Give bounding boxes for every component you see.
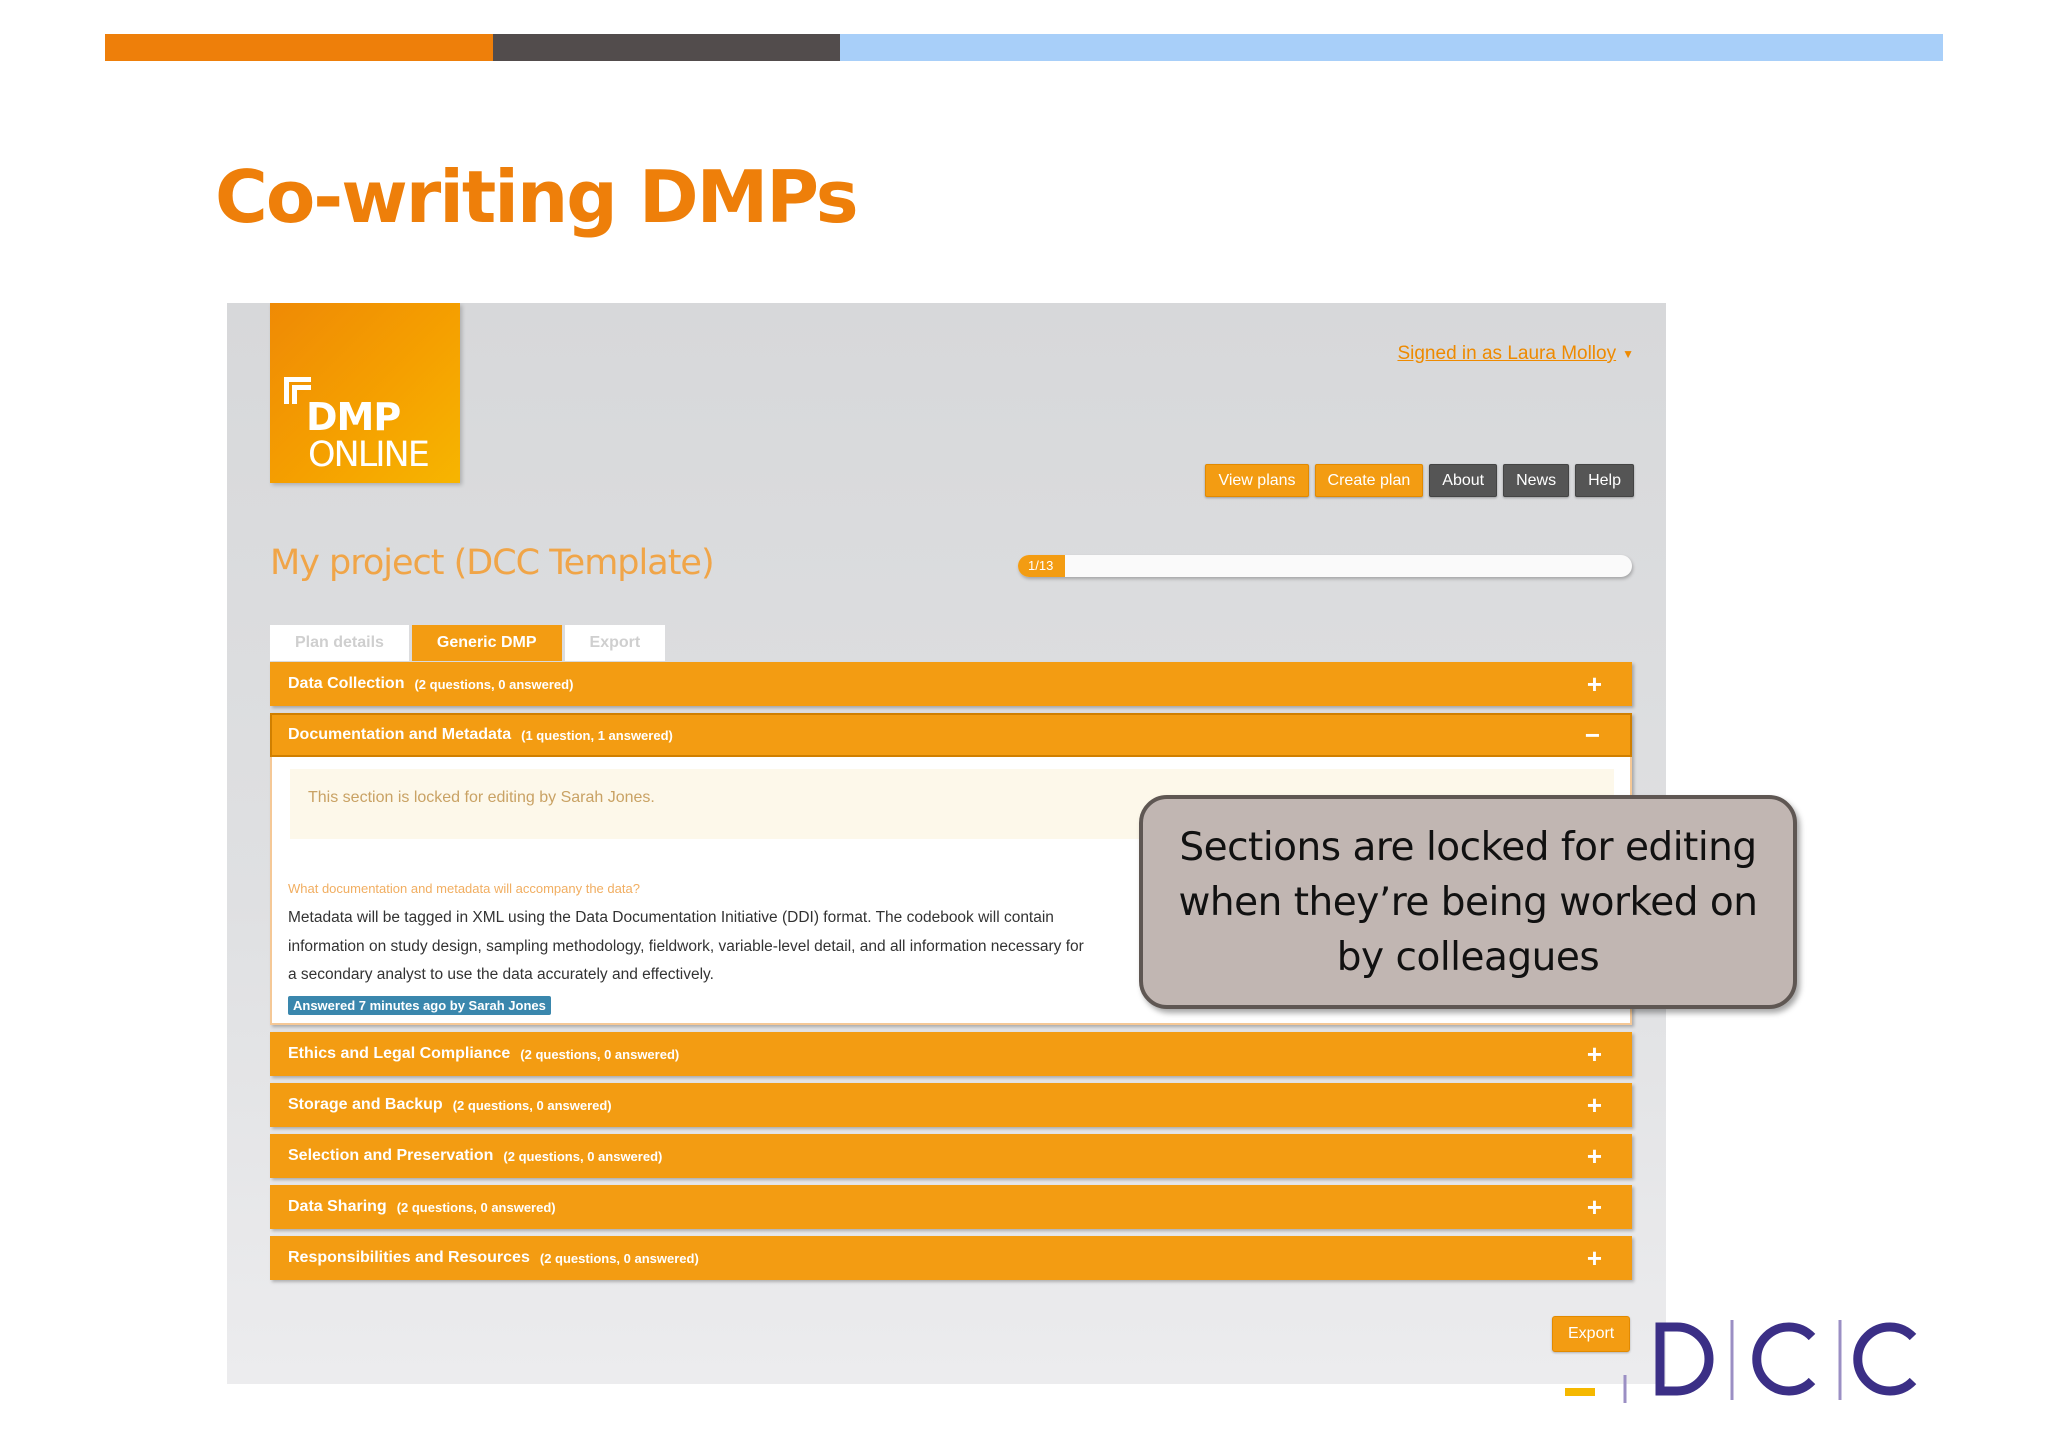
section-selection-preservation: Selection and Preservation (2 questions,… [270, 1134, 1632, 1178]
section-count: (2 questions, 0 answered) [396, 1199, 556, 1215]
section-count: (2 questions, 0 answered) [452, 1097, 612, 1113]
nav-help-button[interactable]: Help [1575, 464, 1634, 497]
section-count: (2 questions, 0 answered) [414, 676, 574, 692]
logo-text-dmp: DMP [306, 395, 401, 439]
main-nav: View plans Create plan About News Help [1205, 464, 1634, 497]
section-title: Selection and Preservation [288, 1147, 494, 1164]
logo-text-online: ONLINE [308, 435, 430, 475]
slide-title: Co-writing DMPs [215, 155, 859, 239]
section-header[interactable]: Selection and Preservation (2 questions,… [270, 1134, 1632, 1178]
nav-about-button[interactable]: About [1429, 464, 1498, 497]
section-title: Storage and Backup [288, 1096, 443, 1113]
project-title: My project (DCC Template) [270, 543, 715, 583]
collapse-minus-icon[interactable]: − [1585, 713, 1600, 757]
section-title: Ethics and Legal Compliance [288, 1045, 511, 1062]
section-count: (2 questions, 0 answered) [520, 1046, 680, 1062]
header-stripe-blue [840, 34, 1943, 61]
answered-badge: Answered 7 minutes ago by Sarah Jones [288, 995, 551, 1015]
expand-plus-icon[interactable]: + [1587, 1236, 1602, 1280]
tab-generic-dmp[interactable]: Generic DMP [411, 625, 562, 661]
section-count: (1 question, 1 answered) [521, 727, 673, 743]
expand-plus-icon[interactable]: + [1587, 1185, 1602, 1229]
expand-plus-icon[interactable]: + [1587, 1083, 1602, 1127]
section-count: (2 questions, 0 answered) [539, 1250, 699, 1266]
header-stripe-dark [493, 34, 840, 61]
answer-text: Metadata will be tagged in XML using the… [288, 909, 1084, 983]
section-responsibilities-resources: Responsibilities and Resources (2 questi… [270, 1236, 1632, 1280]
progress-fill: 1/13 [1018, 555, 1066, 577]
section-header[interactable]: Data Sharing (2 questions, 0 answered) + [270, 1185, 1632, 1229]
section-title: Responsibilities and Resources [288, 1249, 530, 1266]
nav-view-plans-button[interactable]: View plans [1205, 464, 1309, 497]
section-title: Data Sharing [288, 1198, 387, 1215]
nav-news-button[interactable]: News [1503, 464, 1570, 497]
signed-in-label: Signed in as Laura Molloy [1397, 343, 1617, 364]
progress-bar: 1/13 [1018, 555, 1632, 577]
section-data-collection: Data Collection (2 questions, 0 answered… [270, 662, 1632, 706]
expand-plus-icon[interactable]: + [1587, 1032, 1602, 1076]
section-title: Documentation and Metadata [288, 726, 512, 743]
caret-down-icon: ▼ [1622, 346, 1634, 361]
header-stripe-orange [105, 34, 493, 61]
section-header[interactable]: Data Collection (2 questions, 0 answered… [270, 662, 1632, 706]
signed-in-menu[interactable]: Signed in as Laura Molloy ▼ [1397, 343, 1634, 365]
tab-export[interactable]: Export [564, 625, 666, 661]
section-header[interactable]: Documentation and Metadata (1 question, … [270, 713, 1632, 757]
nav-create-plan-button[interactable]: Create plan [1314, 464, 1424, 497]
section-storage-backup: Storage and Backup (2 questions, 0 answe… [270, 1083, 1632, 1127]
tab-plan-details[interactable]: Plan details [270, 625, 409, 661]
dmp-online-logo[interactable]: DMP ONLINE [270, 303, 460, 483]
section-title: Data Collection [288, 675, 405, 692]
dcc-logo-graphic [1565, 1320, 1917, 1403]
expand-plus-icon[interactable]: + [1587, 1134, 1602, 1178]
section-count: (2 questions, 0 answered) [503, 1148, 663, 1164]
section-data-sharing: Data Sharing (2 questions, 0 answered) + [270, 1185, 1632, 1229]
callout-box: Sections are locked for editing when the… [1139, 795, 1797, 1009]
dcc-logo [1565, 1315, 1925, 1405]
section-header[interactable]: Responsibilities and Resources (2 questi… [270, 1236, 1632, 1280]
callout-text: Sections are locked for editing when the… [1178, 824, 1758, 980]
section-ethics-legal: Ethics and Legal Compliance (2 questions… [270, 1032, 1632, 1076]
expand-plus-icon[interactable]: + [1587, 662, 1602, 706]
plan-tabs: Plan details Generic DMP Export [270, 625, 666, 661]
section-header[interactable]: Storage and Backup (2 questions, 0 answe… [270, 1083, 1632, 1127]
section-header[interactable]: Ethics and Legal Compliance (2 questions… [270, 1032, 1632, 1076]
